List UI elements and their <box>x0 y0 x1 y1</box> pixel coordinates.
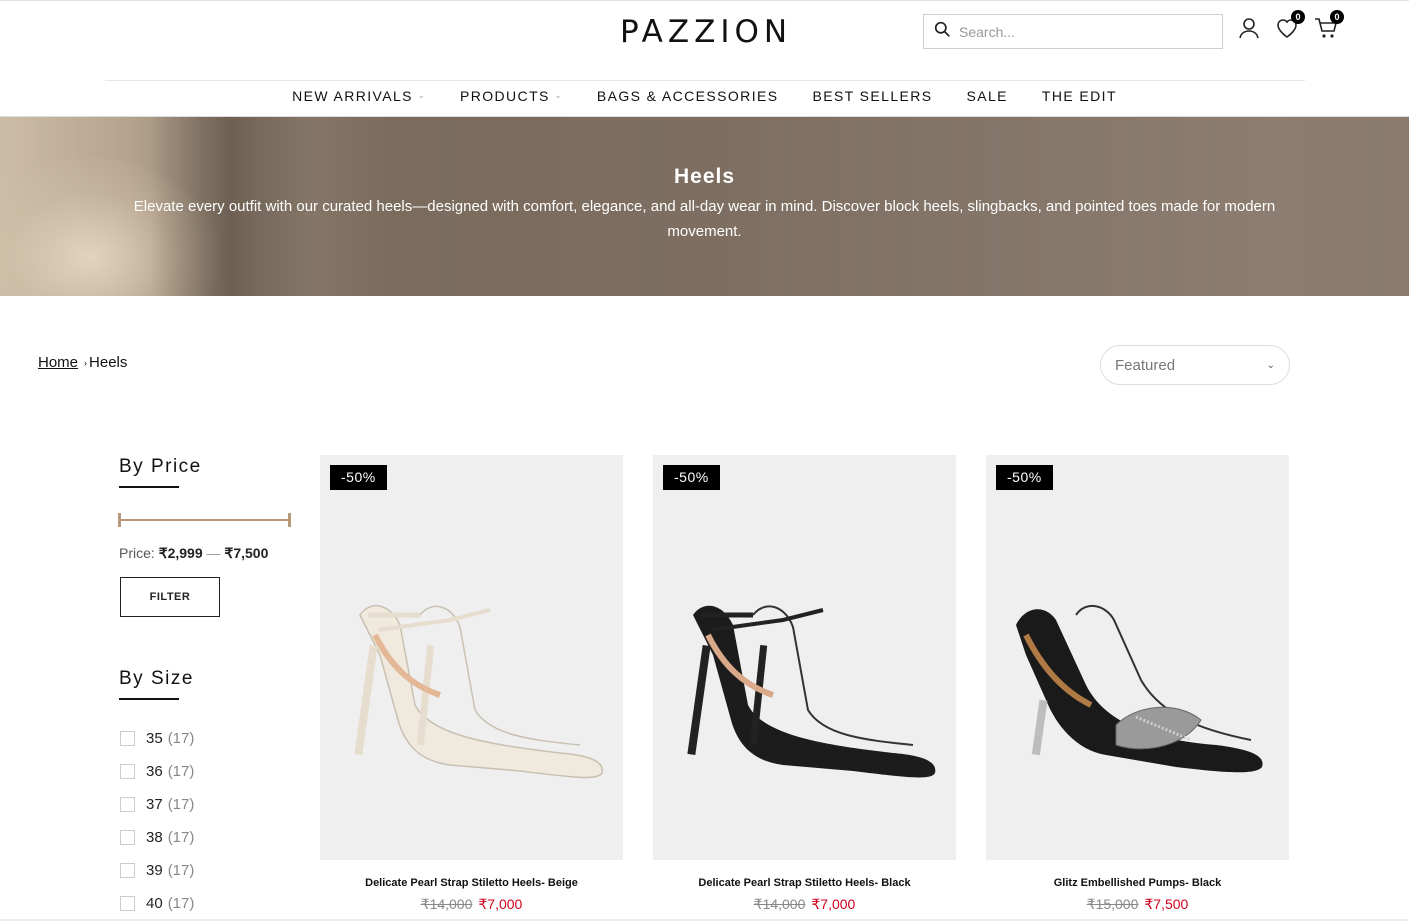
price-min: ₹2,999 <box>158 545 203 561</box>
top-border <box>0 0 1409 1</box>
nav-item-sale[interactable]: SALE <box>967 84 1008 108</box>
sale-price: ₹7,000 <box>811 896 856 912</box>
sale-price: ₹7,000 <box>478 896 523 912</box>
chevron-down-icon: ⌄ <box>554 91 563 100</box>
pump-shoe-image <box>687 605 936 778</box>
checkbox[interactable] <box>120 731 135 746</box>
filter-button[interactable]: FILTER <box>120 577 220 617</box>
size-option-36[interactable]: 36 (17) <box>120 755 194 788</box>
nav-item-the-edit[interactable]: THE EDIT <box>1042 84 1117 108</box>
nav-item-label: THE EDIT <box>1041 88 1117 104</box>
product-card[interactable]: -50% Delicate Pearl Strap Stiletto Heels… <box>653 455 956 913</box>
nav-item-label: BAGS & ACCESSORIES <box>596 88 779 104</box>
title-underline <box>119 698 179 700</box>
nav-item-bags-accessories[interactable]: BAGS & ACCESSORIES <box>597 84 779 108</box>
wishlist-count-badge: 0 <box>1291 10 1305 24</box>
checkbox[interactable] <box>120 797 135 812</box>
product-card[interactable]: -50% Delicate Pearl Strap Stiletto Heels… <box>320 455 623 913</box>
size-option-37[interactable]: 37 (17) <box>120 788 194 821</box>
nav-item-products[interactable]: PRODUCTS ⌄ <box>460 84 563 108</box>
sale-price: ₹7,500 <box>1144 896 1189 912</box>
breadcrumb-separator-icon: › <box>84 357 88 368</box>
checkbox[interactable] <box>120 764 135 779</box>
size-option-40[interactable]: 40 (17) <box>120 887 194 920</box>
chevron-down-icon: ⌄ <box>417 91 426 100</box>
nav-item-label: PRODUCTS <box>460 88 550 104</box>
sort-selected-value: Featured <box>1115 356 1176 374</box>
filter-size-title: By Size <box>119 668 194 700</box>
nav-item-best-sellers[interactable]: BEST SELLERS <box>812 84 932 108</box>
size-option-38[interactable]: 38 (17) <box>120 821 194 854</box>
discount-badge: -50% <box>330 465 387 490</box>
product-image[interactable]: -50% <box>320 455 623 860</box>
price-max: ₹7,500 <box>224 545 269 561</box>
discount-badge: -50% <box>996 465 1053 490</box>
product-image[interactable]: -50% <box>986 455 1289 860</box>
pump-shoe-image <box>1016 605 1263 773</box>
slider-min-handle[interactable] <box>118 513 121 527</box>
account-icon[interactable] <box>1237 16 1261 40</box>
nav-divider <box>105 80 1305 81</box>
checkbox[interactable] <box>120 830 135 845</box>
product-name[interactable]: Glitz Embellished Pumps- Black <box>986 877 1289 889</box>
price-range-text: Price: ₹2,999 — ₹7,500 <box>119 545 269 561</box>
brand-logo[interactable]: PAZZION <box>606 12 806 52</box>
checkbox[interactable] <box>120 863 135 878</box>
checkbox[interactable] <box>120 896 135 911</box>
search-input[interactable] <box>959 23 1199 40</box>
product-card[interactable]: -50% Glitz Embellished Pumps- Black ₹15,… <box>986 455 1289 913</box>
price-range-slider[interactable] <box>118 513 291 527</box>
search-icon[interactable] <box>934 21 951 43</box>
sort-select[interactable]: Featured ⌄ <box>1100 345 1290 385</box>
search-box[interactable] <box>923 14 1223 49</box>
original-price: ₹15,000 <box>1086 896 1139 912</box>
pump-shoe-image <box>354 605 603 779</box>
slider-track <box>119 519 290 521</box>
wishlist-icon[interactable]: 0 <box>1275 10 1305 40</box>
size-option-35[interactable]: 35 (17) <box>120 722 194 755</box>
original-price: ₹14,000 <box>753 896 806 912</box>
original-price: ₹14,000 <box>420 896 473 912</box>
discount-badge: -50% <box>663 465 720 490</box>
filter-price-title: By Price <box>119 456 202 488</box>
product-image[interactable]: -50% <box>653 455 956 860</box>
category-hero-banner: Heels Elevate every outfit with our cura… <box>0 117 1409 296</box>
slider-max-handle[interactable] <box>288 513 291 527</box>
cart-count-badge: 0 <box>1330 10 1344 24</box>
main-nav: NEW ARRIVALS ⌄ PRODUCTS ⌄ BAGS & ACCESSO… <box>0 84 1409 108</box>
title-underline <box>119 486 179 488</box>
breadcrumb-current: Heels <box>89 354 128 371</box>
nav-item-label: NEW ARRIVALS <box>292 88 413 104</box>
nav-item-label: SALE <box>966 88 1008 104</box>
size-option-39[interactable]: 39 (17) <box>120 854 194 887</box>
nav-item-new-arrivals[interactable]: NEW ARRIVALS ⌄ <box>292 84 426 108</box>
product-name[interactable]: Delicate Pearl Strap Stiletto Heels- Bla… <box>653 877 956 889</box>
breadcrumb-home-link[interactable]: Home <box>38 354 78 371</box>
size-filter-list: 35 (17) 36 (17) 37 (17) 38 (17) 39 (17) 40 (17… <box>120 722 194 920</box>
product-price: ₹14,000 ₹7,000 <box>653 896 956 913</box>
breadcrumb: Home › Heels <box>38 354 127 371</box>
product-name[interactable]: Delicate Pearl Strap Stiletto Heels- Bei… <box>320 877 623 889</box>
category-title: Heels <box>673 165 736 188</box>
cart-icon[interactable]: 0 <box>1314 10 1344 40</box>
category-description: Elevate every outfit with our curated he… <box>133 198 1276 240</box>
nav-item-label: BEST SELLERS <box>812 88 933 104</box>
product-price: ₹14,000 ₹7,000 <box>320 896 623 913</box>
product-price: ₹15,000 ₹7,500 <box>986 896 1289 913</box>
chevron-down-icon: ⌄ <box>1266 359 1275 371</box>
